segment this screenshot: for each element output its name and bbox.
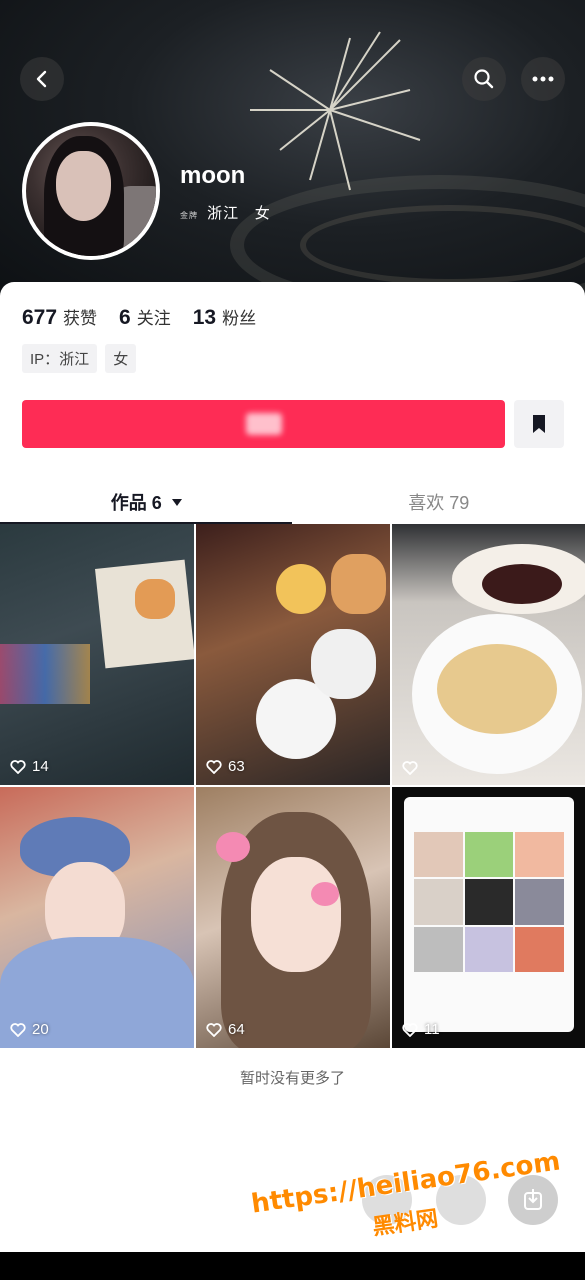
stats-row: 677 获赞 6 关注 13 粉丝 [22,304,256,330]
profile-banner: moon 金牌 浙江 女 [0,0,585,300]
video-thumbnail[interactable]: 20 [0,787,194,1048]
heart-icon [206,1022,222,1037]
heart-icon [206,759,222,774]
follow-button-label-blurred [245,413,282,435]
back-button[interactable] [20,57,64,101]
location-line: 金牌 浙江 女 [180,202,271,223]
video-thumbnail[interactable]: 11 [392,787,585,1048]
tab-bar: 作品 6 喜欢 79 [0,480,585,524]
like-count: 20 [10,1021,49,1038]
bookmark-icon [533,415,545,433]
end-of-list-text: 暂时没有更多了 [239,1070,345,1087]
like-count: 14 [10,758,49,775]
heart-icon [402,761,418,775]
tab-works[interactable]: 作品 6 [0,480,293,524]
location-text: 浙江 [207,205,240,222]
video-grid: 14 63 20 64 11 [0,524,585,1048]
firework-graphic [250,31,421,191]
video-thumbnail[interactable]: 63 [196,524,390,785]
like-count: 63 [206,758,245,775]
bookmark-button[interactable] [514,400,564,448]
video-thumbnail[interactable]: 64 [196,787,390,1048]
tab-likes[interactable]: 喜欢 79 [293,480,585,524]
video-thumbnail[interactable] [392,524,585,785]
heart-icon [10,759,26,774]
more-button[interactable] [521,57,565,101]
video-thumbnail[interactable]: 14 [0,524,194,785]
location-prefix: 金牌 [180,211,198,220]
heart-icon [10,1022,26,1037]
tag-list: IP：浙江 女 [22,344,137,373]
gender-text: 女 [254,205,271,222]
like-count: 11 [402,1021,440,1038]
search-button[interactable] [462,57,506,101]
bottom-bar [0,1252,585,1280]
avatar[interactable] [22,122,160,260]
profile-sheet: 677获赞 6关注 13粉丝 IP：浙江 女 作品 6 喜欢 79 14 [0,282,585,1280]
username: moon [180,162,246,189]
banner-decoration [300,205,585,285]
like-count: 64 [206,1021,245,1038]
gender-tag: 女 [105,344,137,373]
like-count [402,761,424,775]
back-arrow-icon [36,70,47,88]
followers-stat[interactable]: 13 粉丝 [193,304,256,330]
likes-stat[interactable]: 677 获赞 [22,304,97,330]
caret-down-icon [171,498,182,506]
following-stat[interactable]: 6 关注 [119,304,171,330]
follow-button[interactable] [22,400,505,448]
search-icon [474,69,494,89]
heart-icon [402,1022,418,1037]
more-dots-icon [532,76,554,82]
ip-tag: IP：浙江 [22,344,98,373]
